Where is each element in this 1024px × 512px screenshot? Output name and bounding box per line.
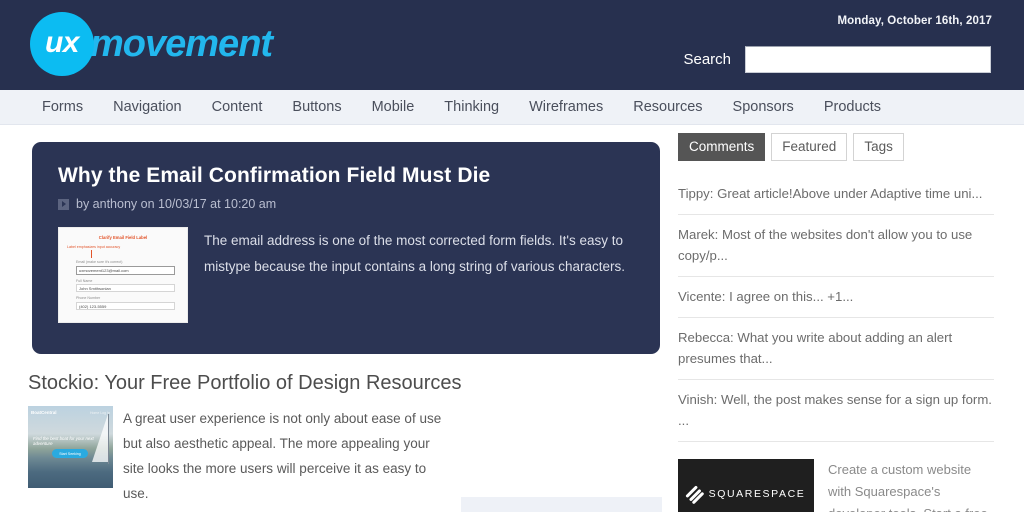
mock-field-label-name: Full Name (76, 279, 179, 283)
byline-text: by anthony on 10/03/17 at 10:20 am (76, 197, 276, 211)
thumbnail-brand: BoatCentral (31, 410, 57, 415)
squarespace-mark-icon (684, 483, 705, 504)
nav-item-products[interactable]: Products (824, 99, 881, 115)
featured-post-byline: by anthony on 10/03/17 at 10:20 am (58, 197, 634, 211)
page-body: Why the Email Confirmation Field Must Di… (0, 125, 1024, 512)
nav-item-forms[interactable]: Forms (42, 99, 83, 115)
article-row: BoatCentral Home Log In Find the best bo… (28, 406, 448, 506)
thumbnail-button: Start Seeking (52, 449, 88, 458)
site-header: ux movement Monday, October 16th, 2017 S… (0, 0, 1024, 90)
squarespace-wordmark: SQUARESPACE (709, 488, 806, 500)
nav-item-navigation[interactable]: Navigation (113, 99, 182, 115)
mock-field-value-name: John Smithsonian (76, 284, 175, 292)
current-date: Monday, October 16th, 2017 (838, 15, 993, 27)
thumbnail-tagline: Find the best boat for your next adventu… (33, 436, 113, 446)
article-thumbnail[interactable]: BoatCentral Home Log In Find the best bo… (28, 406, 113, 488)
nav-item-resources[interactable]: Resources (633, 99, 702, 115)
comment-item[interactable]: Rebecca: What you write about adding an … (678, 318, 994, 380)
sponsor-ad-text: Create a custom website with Squarespace… (828, 459, 994, 512)
tab-tags[interactable]: Tags (853, 133, 904, 161)
mock-form-title: Clarify Email Field Label (67, 235, 179, 240)
featured-post-card[interactable]: Why the Email Confirmation Field Must Di… (32, 142, 660, 354)
nav-item-buttons[interactable]: Buttons (292, 99, 341, 115)
nav-item-thinking[interactable]: Thinking (444, 99, 499, 115)
sponsor-ad[interactable]: SQUARESPACE Create a custom website with… (678, 459, 994, 512)
nav-item-content[interactable]: Content (212, 99, 263, 115)
popular-articles-panel: Popular Articles Where to Place Your Acc… (461, 497, 662, 512)
comment-item[interactable]: Marek: Most of the websites don't allow … (678, 215, 994, 277)
article-title[interactable]: Stockio: Your Free Portfolio of Design R… (28, 372, 448, 395)
logo-circle-icon: ux (30, 12, 94, 76)
thumbnail-nav: Home Log In (90, 411, 110, 415)
search-input[interactable] (745, 46, 991, 73)
squarespace-logo: SQUARESPACE (678, 459, 814, 512)
nav-item-wireframes[interactable]: Wireframes (529, 99, 603, 115)
mock-connector-line (91, 250, 92, 258)
featured-post-title[interactable]: Why the Email Confirmation Field Must Di… (58, 164, 634, 188)
search-area: Search (683, 46, 991, 73)
comment-item[interactable]: Tippy: Great article!Above under Adaptiv… (678, 174, 994, 215)
nav-item-mobile[interactable]: Mobile (372, 99, 415, 115)
featured-post-excerpt: The email address is one of the most cor… (204, 227, 634, 323)
sidebar: Comments Featured Tags Tippy: Great arti… (678, 133, 994, 512)
logo-movement-text: movement (90, 23, 272, 66)
nav-item-sponsors[interactable]: Sponsors (733, 99, 794, 115)
comment-item[interactable]: Vicente: I agree on this... +1... (678, 277, 994, 318)
article-preview: Stockio: Your Free Portfolio of Design R… (28, 372, 448, 506)
featured-post-thumbnail[interactable]: Clarify Email Field Label Label emphasiz… (58, 227, 188, 323)
comment-item[interactable]: Vinish: Well, the post makes sense for a… (678, 380, 994, 442)
main-navigation: Forms Navigation Content Buttons Mobile … (0, 90, 1024, 125)
tab-comments[interactable]: Comments (678, 133, 765, 161)
article-excerpt: A great user experience is not only abou… (123, 406, 448, 506)
tab-featured[interactable]: Featured (771, 133, 847, 161)
featured-post-body: Clarify Email Field Label Label emphasiz… (58, 227, 634, 323)
site-logo[interactable]: ux movement (30, 12, 272, 76)
search-label: Search (683, 51, 731, 68)
mock-field-label-email: Email (make sure it's correct) (76, 260, 179, 264)
sidebar-tabs: Comments Featured Tags (678, 133, 994, 161)
mock-field-value-email: uxmovement123@mail.com (76, 266, 175, 275)
mock-field-value-phone: (402) 123-5559 (76, 302, 175, 310)
mock-field-label-phone: Phone Number (76, 296, 179, 300)
play-icon (58, 199, 69, 210)
logo-ux-text: ux (45, 26, 79, 60)
mock-form-annotation: Label emphasizes input accuracy (67, 245, 179, 249)
